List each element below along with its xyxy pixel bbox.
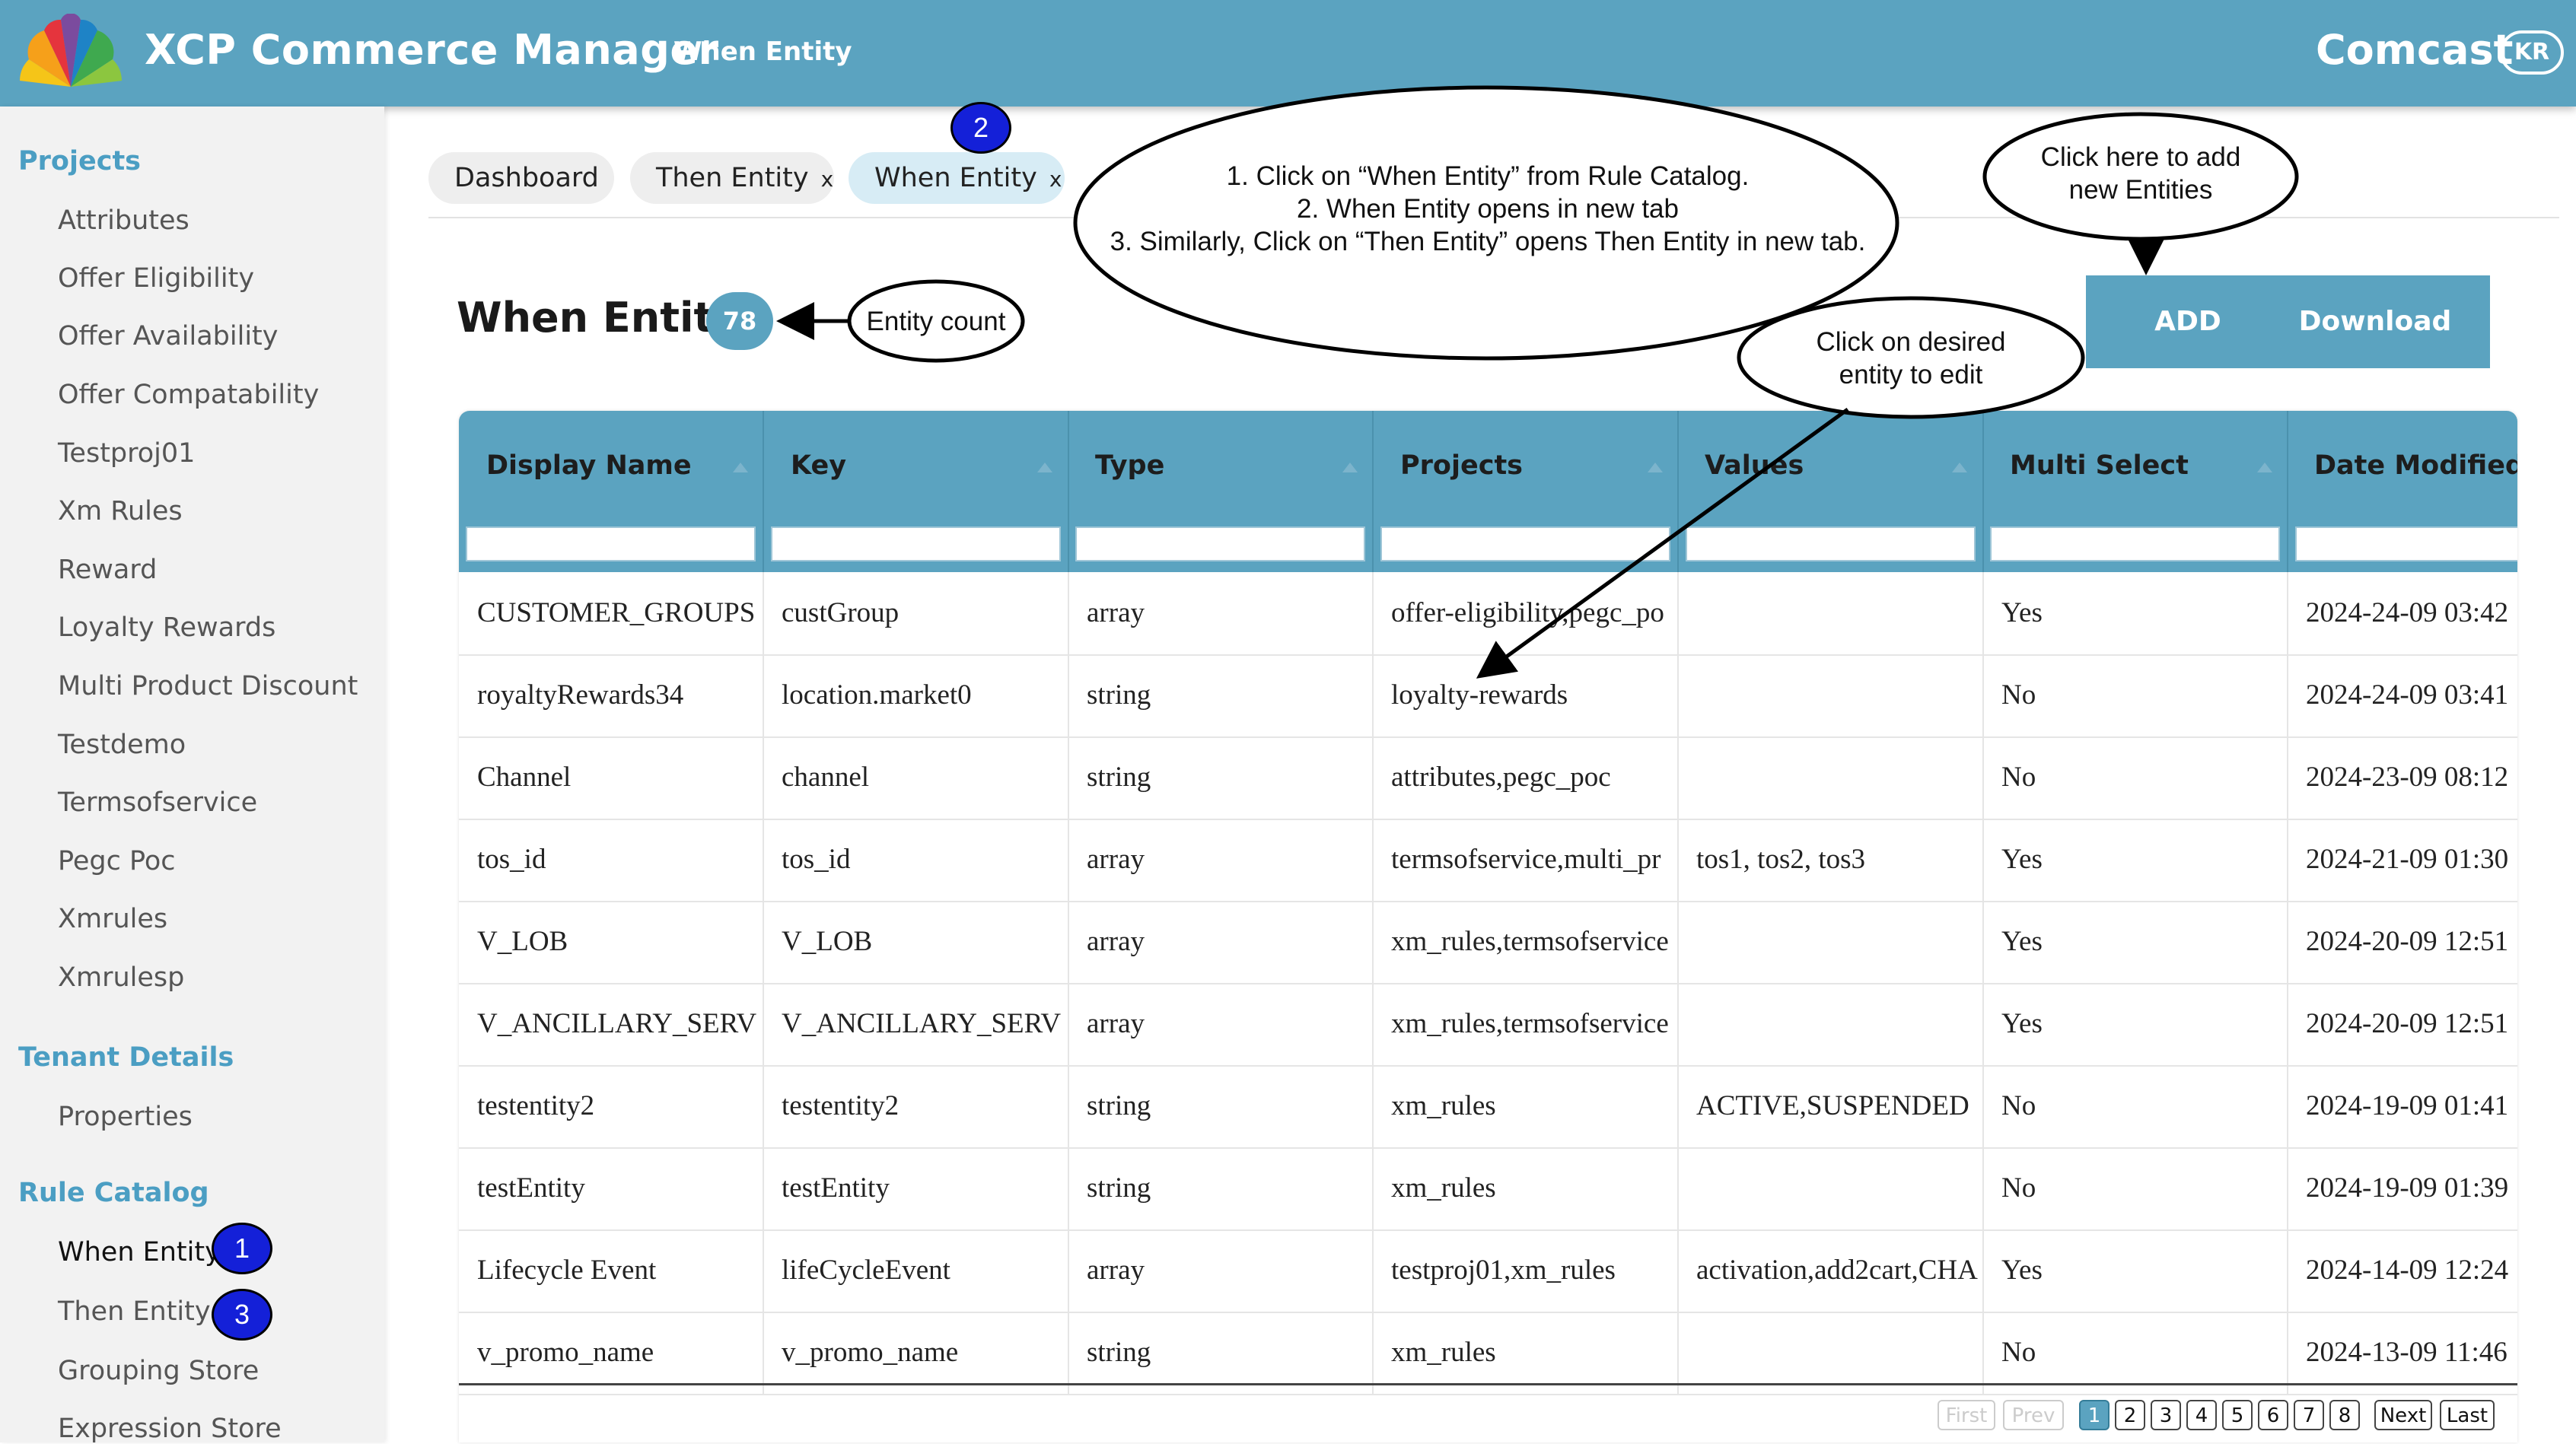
steps-line-1: 1. Click on “When Entity” from Rule Cata… bbox=[1226, 161, 1750, 191]
add-callout-text: Click here to add new Entities bbox=[1989, 141, 2293, 206]
step-badge-3: 3 bbox=[212, 1289, 272, 1341]
add-note-line-1: Click here to add bbox=[2040, 142, 2241, 172]
edit-callout-arrow bbox=[1476, 407, 1849, 679]
steps-line-3: 3. Similarly, Click on “Then Entity” ope… bbox=[1110, 227, 1866, 256]
count-callout-text: Entity count bbox=[866, 307, 1006, 336]
step-badge-2: 2 bbox=[950, 102, 1011, 154]
add-note-line-2: new Entities bbox=[2068, 175, 2213, 205]
edit-callout-text: Click on desired entity to edit bbox=[1759, 326, 2063, 391]
edit-note-line-1: Click on desired bbox=[1816, 327, 2006, 357]
step-badge-1: 1 bbox=[212, 1223, 272, 1274]
edit-note-line-2: entity to edit bbox=[1839, 360, 1983, 390]
steps-callout-text: 1. Click on “When Entity” from Rule Cata… bbox=[1088, 160, 1887, 258]
steps-line-2: 2. When Entity opens in new tab bbox=[1297, 194, 1679, 224]
